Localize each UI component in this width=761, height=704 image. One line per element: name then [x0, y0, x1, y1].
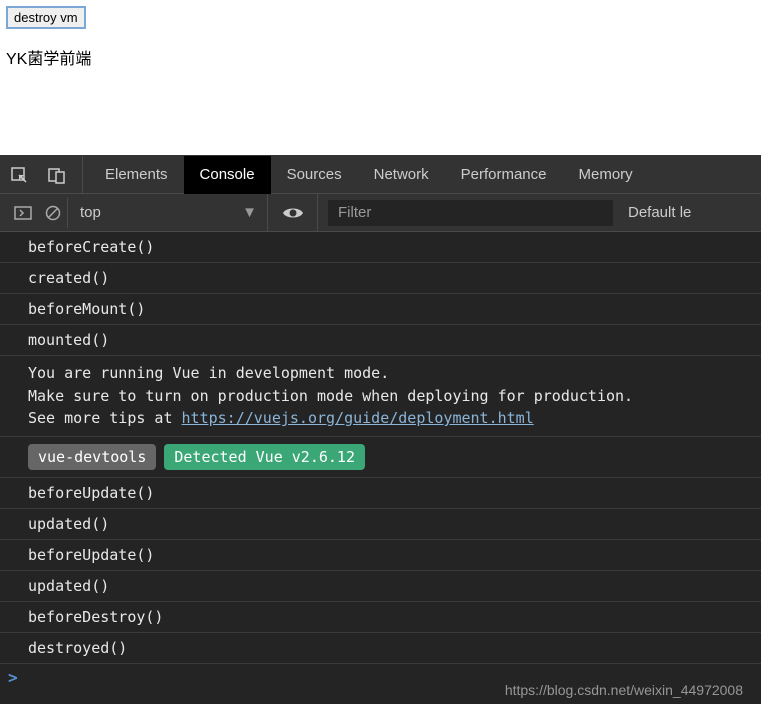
- context-selector[interactable]: top ▼: [68, 194, 268, 232]
- context-label: top: [80, 204, 101, 221]
- log-devtools-badge-row: vue-devtools Detected Vue v2.6.12: [0, 437, 761, 478]
- filter-input[interactable]: [328, 200, 613, 226]
- log-line: created(): [0, 263, 761, 294]
- vue-guide-link[interactable]: https://vuejs.org/guide/deployment.html: [182, 409, 534, 427]
- log-line: mounted(): [0, 325, 761, 356]
- warning-line2: Make sure to turn on production mode whe…: [28, 387, 633, 405]
- live-expression-icon[interactable]: [268, 194, 318, 232]
- tab-network[interactable]: Network: [358, 156, 445, 194]
- tab-performance[interactable]: Performance: [445, 156, 563, 194]
- log-line: beforeCreate(): [0, 232, 761, 263]
- tab-sources[interactable]: Sources: [271, 156, 358, 194]
- console-toolbar: top ▼ Default le: [0, 194, 761, 232]
- chevron-down-icon: ▼: [242, 204, 257, 221]
- tab-elements[interactable]: Elements: [89, 156, 184, 194]
- log-line: beforeUpdate(): [0, 540, 761, 571]
- sidebar-toggle-icon[interactable]: [8, 198, 38, 228]
- destroy-vm-button[interactable]: destroy vm: [6, 6, 86, 29]
- tab-console[interactable]: Console: [184, 156, 271, 194]
- log-vue-warning: You are running Vue in development mode.…: [0, 356, 761, 437]
- log-line: updated(): [0, 509, 761, 540]
- log-line: beforeMount(): [0, 294, 761, 325]
- devtools-tabs-bar: Elements Console Sources Network Perform…: [0, 156, 761, 194]
- devtools-panel: Elements Console Sources Network Perform…: [0, 155, 761, 704]
- watermark-text: https://blog.csdn.net/weixin_44972008: [505, 682, 743, 698]
- log-level-selector[interactable]: Default le: [623, 204, 691, 221]
- warning-line3-prefix: See more tips at: [28, 409, 182, 427]
- inspect-icon[interactable]: [0, 156, 38, 194]
- log-line: updated(): [0, 571, 761, 602]
- page-content: destroy vm YK菌学前端: [0, 0, 761, 155]
- vue-devtools-badge: vue-devtools: [28, 444, 156, 470]
- console-output: beforeCreate() created() beforeMount() m…: [0, 232, 761, 704]
- device-toggle-icon[interactable]: [38, 156, 76, 194]
- log-line: destroyed(): [0, 633, 761, 664]
- log-line: beforeDestroy(): [0, 602, 761, 633]
- vue-detected-badge: Detected Vue v2.6.12: [164, 444, 365, 470]
- clear-console-icon[interactable]: [38, 198, 68, 228]
- page-body-text: YK菌学前端: [6, 45, 757, 69]
- log-line: beforeUpdate(): [0, 478, 761, 509]
- tab-memory[interactable]: Memory: [563, 156, 649, 194]
- warning-line1: You are running Vue in development mode.: [28, 364, 389, 382]
